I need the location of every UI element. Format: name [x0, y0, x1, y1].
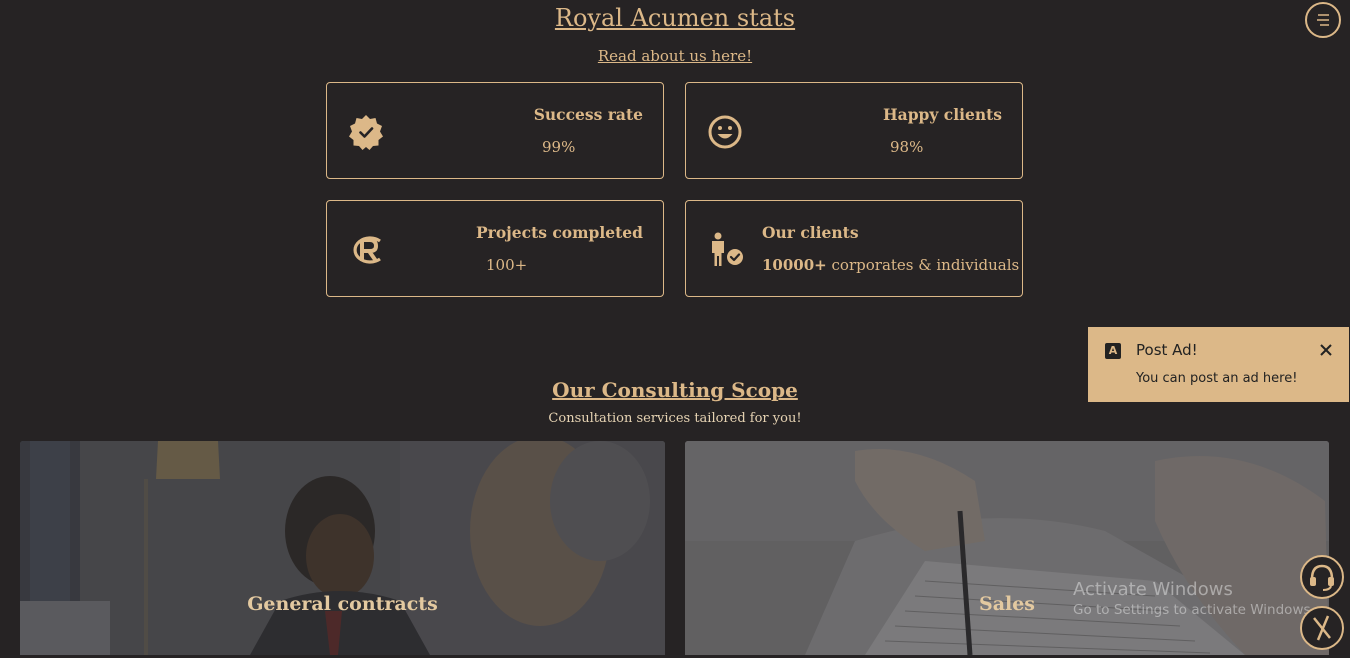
support-button[interactable] — [1300, 555, 1344, 599]
section-subtitle: Consultation services tailored for you! — [548, 411, 802, 426]
stat-value: 98% — [890, 138, 924, 156]
app-logo-icon: A — [1105, 343, 1121, 359]
stat-value-number: 10000+ — [762, 256, 827, 274]
tile-photo — [685, 441, 1329, 655]
person-check-icon — [712, 232, 743, 266]
stat-card-projects-completed: Projects completed 100+ — [326, 200, 664, 297]
menu-button[interactable] — [1305, 2, 1341, 38]
smiley-icon — [708, 115, 742, 149]
page-title: Royal Acumen stats — [554, 4, 796, 32]
stat-label: Our clients — [762, 223, 859, 242]
headset-icon — [1310, 564, 1334, 591]
stat-card-happy-clients: Happy clients 98% — [685, 82, 1023, 179]
stat-label: Success rate — [533, 105, 643, 124]
stat-card-success-rate: Success rate 99% — [326, 82, 664, 179]
stat-label: Projects completed — [476, 223, 643, 242]
stat-label: Happy clients — [883, 105, 1002, 124]
watermark-title: Activate Windows — [1073, 579, 1233, 600]
badge-check-icon — [349, 115, 383, 150]
toast-message: You can post an ad here! — [1136, 371, 1298, 386]
about-link[interactable]: Read about us here! — [0, 47, 1350, 65]
stat-value: 10000+ corporates & individuals — [762, 256, 1019, 274]
service-tile-sales[interactable]: Sales — [685, 441, 1329, 655]
close-icon — [1313, 615, 1331, 641]
close-icon[interactable] — [1318, 342, 1334, 358]
watermark-subtitle: Go to Settings to activate Windows. — [1073, 602, 1315, 618]
post-ad-toast: A Post Ad! You can post an ad here! — [1088, 327, 1349, 402]
registered-icon — [353, 236, 381, 264]
toast-title: Post Ad! — [1136, 341, 1198, 359]
tile-caption: General contracts — [247, 593, 438, 615]
hamburger-icon — [1317, 14, 1329, 26]
stat-value-text: corporates & individuals — [826, 256, 1020, 274]
tile-photo — [20, 441, 665, 655]
close-widget-button[interactable] — [1300, 606, 1344, 650]
stat-value: 100+ — [486, 256, 528, 274]
service-tile-general-contracts[interactable]: General contracts — [20, 441, 665, 655]
stat-card-our-clients: Our clients 10000+ corporates & individu… — [685, 200, 1023, 297]
stat-value: 99% — [542, 138, 576, 156]
activate-windows-watermark: Activate Windows Go to Settings to activ… — [1073, 579, 1315, 618]
